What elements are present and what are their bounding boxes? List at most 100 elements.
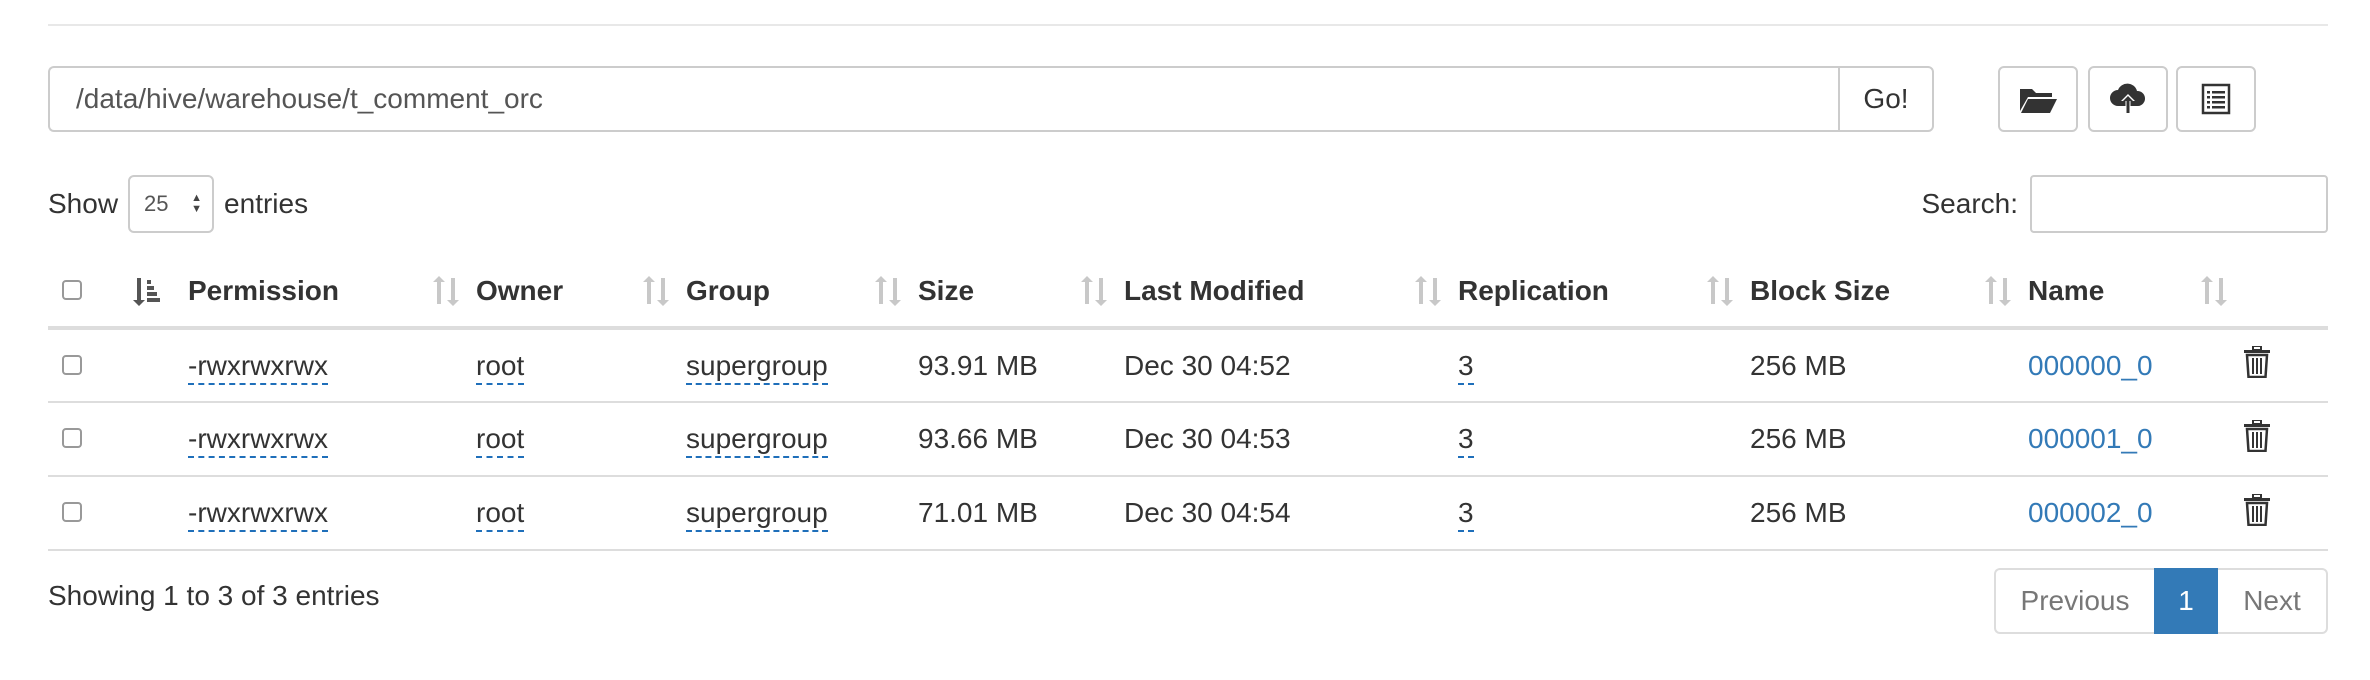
block-size-cell: 256 MB [1750, 349, 1847, 381]
sort-column-header[interactable] [128, 256, 188, 328]
name-cell: 000000_0 [2028, 328, 2244, 402]
table-info: Showing 1 to 3 of 3 entries [48, 580, 380, 611]
replication-value[interactable]: 3 [1458, 423, 1474, 458]
table-row: -rwxrwxrwx root supergroup 93.66 MB Dec … [48, 402, 2328, 476]
sort-icon [643, 276, 669, 306]
select-all-checkbox[interactable] [62, 280, 82, 300]
owner-value[interactable]: root [476, 423, 525, 458]
row-select-cell [48, 402, 128, 476]
owner-cell: root [476, 476, 686, 550]
block-size-cell: 256 MB [1750, 497, 1847, 528]
entries-length: Show 25 ▲ ▼ entries [48, 174, 308, 234]
header-group[interactable]: Group [686, 256, 918, 328]
permission-cell: -rwxrwxrwx [188, 328, 476, 402]
permission-value[interactable]: -rwxrwxrwx [188, 349, 328, 385]
name-cell: 000002_0 [2028, 476, 2244, 550]
header-block-size[interactable]: Block Size [1750, 256, 2028, 328]
path-input[interactable] [48, 66, 1838, 132]
header-name[interactable]: Name [2028, 256, 2244, 328]
entries-label: entries [224, 188, 309, 219]
group-value[interactable]: supergroup [686, 349, 828, 385]
upload-button[interactable] [2088, 66, 2168, 132]
header-last-modified[interactable]: Last Modified [1124, 256, 1458, 328]
sort-icon [1081, 276, 1107, 306]
cloud-upload-icon [2110, 83, 2146, 113]
header-block-size-label: Block Size [1750, 275, 1891, 306]
row-select-cell [48, 328, 128, 402]
trash-icon[interactable] [2244, 493, 2270, 526]
create-directory-button[interactable] [1998, 66, 2078, 132]
current-page-button[interactable]: 1 [2154, 568, 2218, 634]
sort-icon [433, 276, 459, 306]
owner-value[interactable]: root [476, 497, 525, 532]
sort-amount-asc-icon [133, 278, 160, 306]
delete-cell [2244, 476, 2328, 550]
header-owner-label: Owner [476, 275, 564, 306]
group-value[interactable]: supergroup [686, 423, 828, 458]
replication-value[interactable]: 3 [1458, 497, 1474, 532]
row-checkbox[interactable] [62, 354, 82, 375]
trash-icon[interactable] [2244, 419, 2270, 452]
permission-cell: -rwxrwxrwx [188, 476, 476, 550]
table-header-row: Permission Owner Group Size Last Modifie… [48, 256, 2328, 328]
file-name-link[interactable]: 000002_0 [2028, 497, 2153, 528]
replication-cell: 3 [1458, 402, 1750, 476]
row-spacer-cell [128, 476, 188, 550]
table-row: -rwxrwxrwx root supergroup 71.01 MB Dec … [48, 476, 2328, 550]
file-name-link[interactable]: 000000_0 [2028, 350, 2153, 381]
replication-value[interactable]: 3 [1458, 349, 1474, 385]
folder-open-icon [2020, 89, 2057, 113]
header-last-modified-label: Last Modified [1124, 275, 1305, 306]
row-spacer-cell [128, 402, 188, 476]
size-cell: 71.01 MB [918, 497, 1038, 528]
owner-value[interactable]: root [476, 349, 525, 385]
header-owner[interactable]: Owner [476, 256, 686, 328]
delete-cell [2244, 328, 2328, 402]
modified-cell: Dec 30 04:53 [1124, 423, 1291, 454]
file-name-link[interactable]: 000001_0 [2028, 423, 2153, 454]
next-page-button[interactable]: Next [2218, 568, 2328, 634]
search-filter: Search: [1921, 174, 2328, 234]
modified-cell: Dec 30 04:52 [1124, 349, 1291, 381]
permission-value[interactable]: -rwxrwxrwx [188, 497, 328, 532]
group-cell: supergroup [686, 476, 918, 550]
previous-page-button[interactable]: Previous [1994, 568, 2154, 634]
sort-icon [1707, 276, 1733, 306]
row-checkbox[interactable] [62, 428, 82, 448]
name-cell: 000001_0 [2028, 402, 2244, 476]
entries-select[interactable]: 25 ▲ ▼ [128, 175, 215, 233]
header-name-label: Name [2028, 275, 2105, 306]
permission-value[interactable]: -rwxrwxrwx [188, 423, 328, 458]
search-label: Search: [1921, 188, 2019, 219]
owner-cell: root [476, 328, 686, 402]
path-bar: Go! [48, 66, 1934, 132]
list-icon [2201, 83, 2231, 115]
trash-icon[interactable] [2244, 346, 2270, 378]
header-replication[interactable]: Replication [1458, 256, 1750, 328]
sort-icon [2201, 276, 2227, 306]
header-size-label: Size [918, 275, 975, 306]
delete-cell [2244, 402, 2328, 476]
row-checkbox[interactable] [62, 502, 82, 522]
cut-paste-button[interactable] [2176, 66, 2256, 132]
owner-cell: root [476, 402, 686, 476]
file-table: Permission Owner Group Size Last Modifie… [48, 256, 2328, 551]
modified-cell: Dec 30 04:54 [1124, 497, 1291, 528]
header-size[interactable]: Size [918, 256, 1124, 328]
top-divider [48, 24, 2328, 26]
sort-icon [1985, 276, 2011, 306]
go-button[interactable]: Go! [1838, 66, 1934, 132]
select-all-cell [48, 256, 128, 328]
group-value[interactable]: supergroup [686, 497, 828, 532]
search-input[interactable] [2030, 175, 2328, 233]
show-label: Show [48, 188, 119, 219]
replication-cell: 3 [1458, 328, 1750, 402]
group-cell: supergroup [686, 328, 918, 402]
replication-cell: 3 [1458, 476, 1750, 550]
header-permission[interactable]: Permission [188, 256, 476, 328]
row-spacer-cell [128, 328, 188, 402]
size-cell: 93.66 MB [918, 423, 1038, 454]
entries-select-value: 25 [144, 191, 169, 216]
header-replication-label: Replication [1458, 275, 1609, 306]
select-arrows-icon: ▲ ▼ [191, 192, 203, 215]
